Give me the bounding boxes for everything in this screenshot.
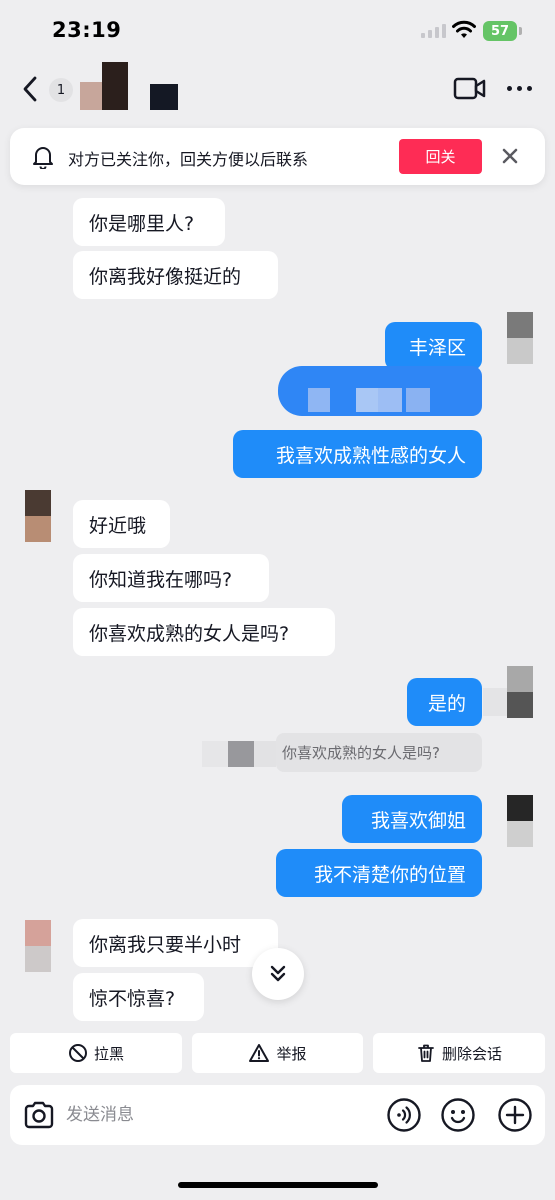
block-button[interactable]: 拉黑 (10, 1033, 182, 1073)
block-icon (68, 1044, 87, 1062)
scroll-down-icon (270, 965, 286, 982)
my-avatar[interactable] (507, 795, 533, 847)
chat-header: 1 (0, 62, 555, 118)
message-bubble-incoming[interactable]: 好近哦 (73, 500, 170, 548)
message-bubble-incoming[interactable]: 你是哪里人? (73, 198, 225, 246)
unread-count-badge[interactable]: 1 (49, 78, 73, 102)
my-avatar[interactable] (507, 312, 533, 364)
close-icon[interactable] (500, 146, 520, 166)
contact-avatar-small[interactable] (25, 920, 51, 972)
battery-level: 57 (490, 23, 510, 39)
cellular-signal-icon (421, 24, 446, 38)
message-bubble-outgoing[interactable]: 丰泽区 (385, 322, 482, 370)
voice-icon[interactable] (386, 1097, 422, 1133)
blurred-avatar-edge (483, 688, 507, 716)
message-bubble-incoming[interactable]: 惊不惊喜? (73, 973, 204, 1021)
blurred-message-image[interactable] (278, 366, 482, 416)
follow-back-button[interactable]: 回关 (399, 139, 482, 174)
chat-action-row: 拉黑 举报 删除会话 (0, 1033, 555, 1073)
message-bubble-incoming[interactable]: 你知道我在哪吗? (73, 554, 269, 602)
message-bubble-outgoing[interactable]: 我喜欢成熟性感的女人 (233, 430, 482, 478)
delete-chat-label: 删除会话 (441, 1044, 502, 1063)
quoted-message-text: 你喜欢成熟的女人是吗? (282, 744, 440, 762)
contact-avatar[interactable] (80, 62, 190, 112)
wifi-icon (452, 20, 476, 38)
quote-blurred-content (202, 741, 276, 767)
message-bubble-incoming[interactable]: 你喜欢成熟的女人是吗? (73, 608, 335, 656)
battery-indicator: 57 (483, 21, 517, 41)
message-bubble-outgoing[interactable]: 我不清楚你的位置 (276, 849, 482, 897)
message-input-bar (10, 1085, 545, 1145)
message-bubble-incoming[interactable]: 你离我好像挺近的 (73, 251, 278, 299)
follow-back-banner: 对方已关注你，回关方便以后联系 回关 (10, 128, 545, 185)
battery-cap (519, 27, 522, 35)
status-bar: 23:19 57 (0, 0, 555, 62)
more-icon[interactable] (507, 86, 532, 91)
back-icon[interactable] (18, 74, 42, 104)
delete-chat-button[interactable]: 删除会话 (373, 1033, 545, 1073)
message-bubble-outgoing[interactable]: 是的 (407, 678, 482, 726)
contact-avatar-small[interactable] (25, 490, 51, 542)
block-label: 拉黑 (93, 1044, 124, 1063)
bell-icon (33, 147, 53, 169)
message-bubble-outgoing[interactable]: 我喜欢御姐 (342, 795, 482, 843)
follow-banner-text: 对方已关注你，回关方便以后联系 (68, 150, 309, 169)
report-label: 举报 (276, 1044, 307, 1063)
trash-icon (418, 1044, 434, 1062)
quoted-message[interactable]: 你喜欢成熟的女人是吗? (276, 733, 482, 772)
report-button[interactable]: 举报 (192, 1033, 363, 1073)
home-indicator (178, 1182, 378, 1188)
emoji-icon[interactable] (440, 1097, 476, 1133)
camera-icon[interactable] (22, 1098, 56, 1132)
video-call-icon[interactable] (453, 76, 487, 102)
message-bubble-incoming[interactable]: 你离我只要半小时 (73, 919, 278, 967)
report-icon (249, 1044, 270, 1062)
my-avatar[interactable] (507, 666, 533, 718)
status-time: 23:19 (52, 18, 122, 42)
scroll-to-bottom-button[interactable] (252, 948, 304, 1000)
message-input[interactable] (66, 1103, 366, 1127)
plus-icon[interactable] (497, 1097, 533, 1133)
